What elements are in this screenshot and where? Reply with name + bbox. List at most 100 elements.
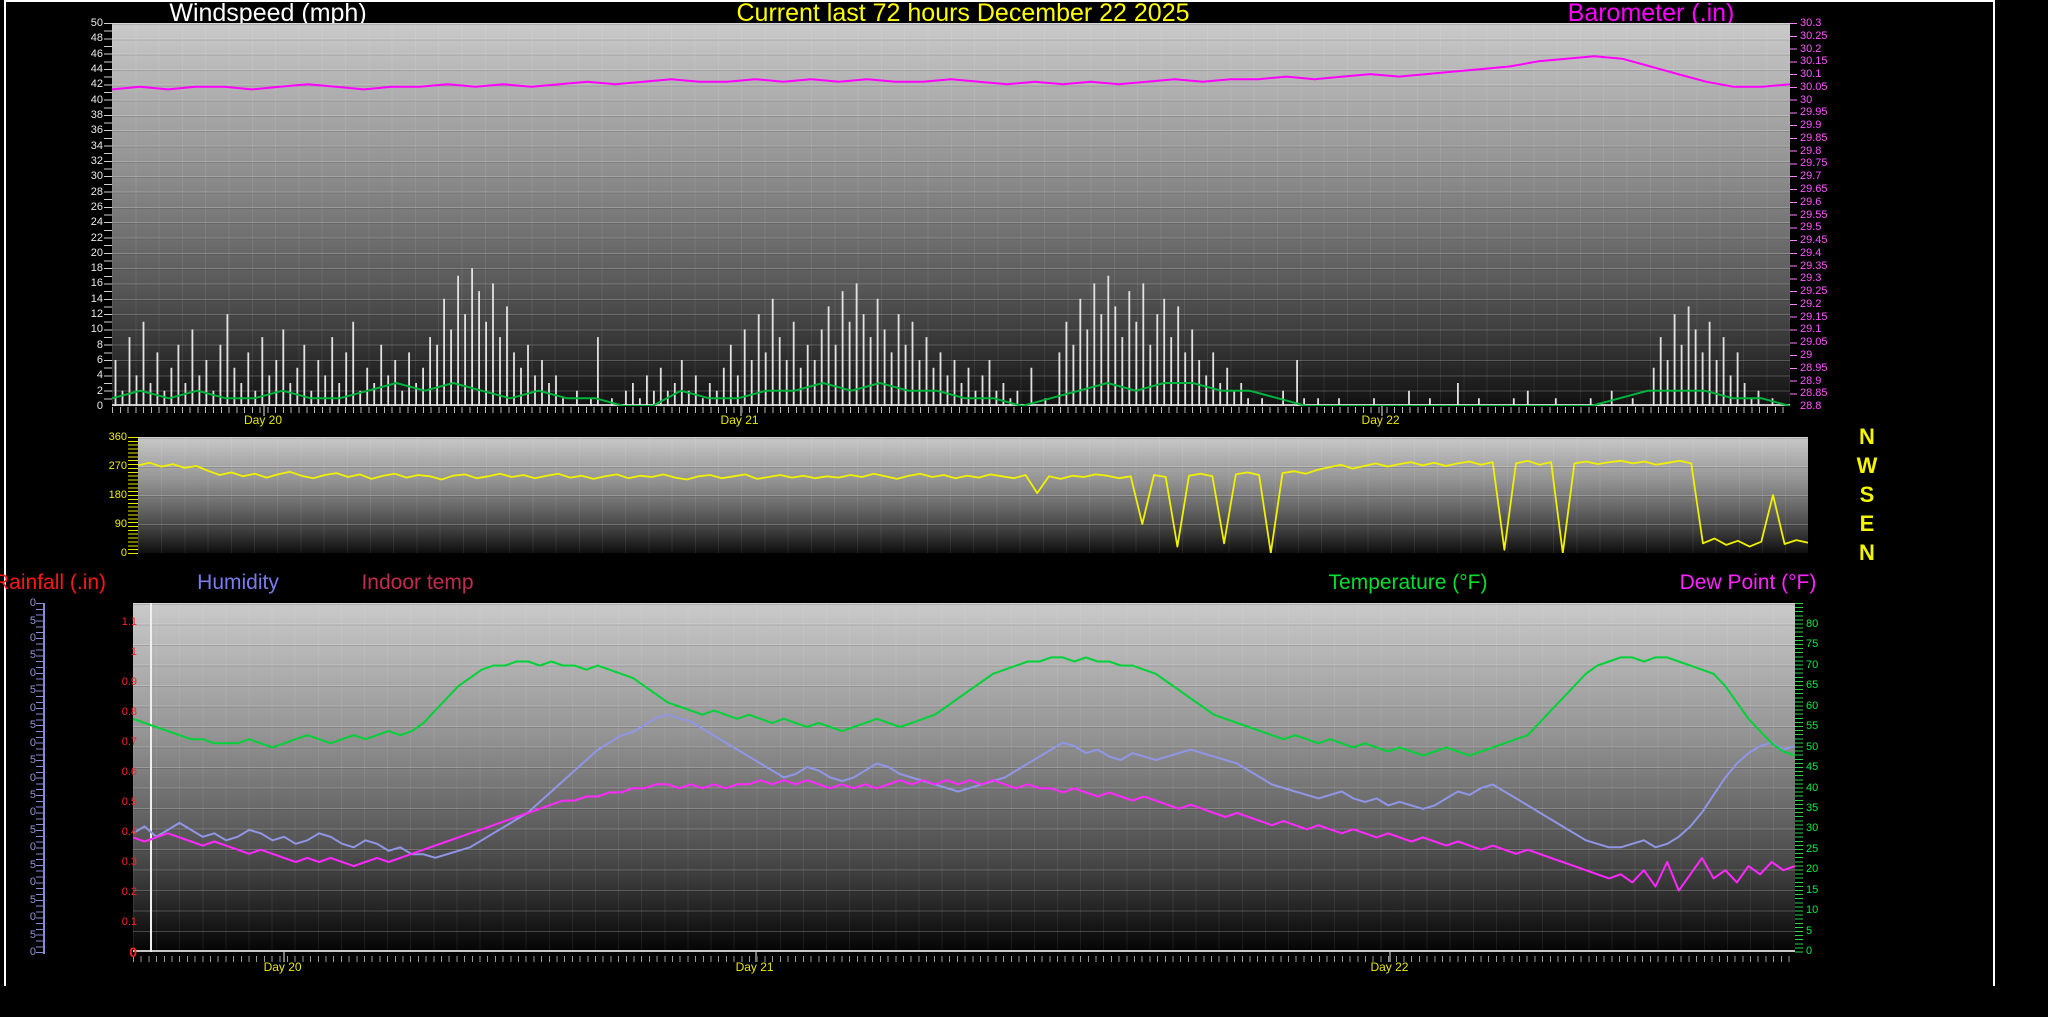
barometer-tick-label: 28.85 [1800, 388, 1828, 399]
temperature-line [133, 657, 1795, 755]
rainfall-tick-label: 1.1 [77, 617, 137, 628]
wind-direction-tick-label: 90 [67, 519, 127, 530]
barometer-tick-label: 29.85 [1800, 133, 1828, 144]
temperature-axis-ticks [1795, 603, 1803, 954]
windspeed-tick-label: 20 [43, 248, 103, 259]
barometer-tick-label: 29.05 [1800, 337, 1828, 348]
barometer-tick-label: 29.15 [1800, 312, 1828, 323]
barometer-tick-label: 28.9 [1800, 376, 1821, 387]
humidity-axis-ticks [36, 603, 43, 954]
windspeed-tick-label: 50 [43, 18, 103, 29]
wind-direction-tick-label: 270 [67, 461, 127, 472]
day-label: Day 22 [1370, 961, 1408, 974]
compass-letter: N [1852, 542, 1882, 564]
windspeed-tick-label: 0 [43, 401, 103, 412]
temperature-tick-label: 65 [1806, 680, 1818, 691]
windspeed-tick-label: 48 [43, 33, 103, 44]
temperature-tick-label: 55 [1806, 721, 1818, 732]
wind-direction-plot [138, 437, 1808, 553]
temperature-tick-label: 70 [1806, 660, 1818, 671]
barometer-tick-label: 30.3 [1800, 18, 1821, 29]
humidity-tick-label: 5 [0, 755, 36, 766]
barometer-tick-label: 29.7 [1800, 171, 1821, 182]
day-tick [283, 952, 285, 962]
rainfall-tick-label: 0.9 [77, 677, 137, 688]
rainfall-tick-label: 0.1 [77, 917, 137, 928]
barometer-tick-label: 30.1 [1800, 69, 1821, 80]
temperature-legend-label: Temperature (°F) [1308, 570, 1508, 596]
rainfall-tick-label: 0.3 [77, 857, 137, 868]
compass-letter: E [1852, 513, 1882, 535]
humidity-tick-label: 5 [0, 720, 36, 731]
day-tick [755, 952, 757, 962]
barometer-tick-label: 30.2 [1800, 44, 1821, 55]
humidity-tick-label: 0 [0, 807, 36, 818]
humidity-tick-label: 0 [0, 738, 36, 749]
windspeed-tick-label: 14 [43, 294, 103, 305]
windspeed-tick-label: 24 [43, 217, 103, 228]
temperature-tick-label: 60 [1806, 701, 1818, 712]
humidity-tick-label: 5 [0, 616, 36, 627]
barometer-tick-label: 29.4 [1800, 248, 1821, 259]
windspeed-tick-label: 8 [43, 340, 103, 351]
humidity-tick-label: 0 [0, 668, 36, 679]
windspeed-axis-ticks [104, 23, 112, 406]
humidity-tick-label: 5 [0, 860, 36, 871]
temperature-tick-label: 10 [1806, 905, 1818, 916]
windspeed-tick-label: 44 [43, 64, 103, 75]
rainfall-tick-label: 0.4 [77, 827, 137, 838]
barometer-tick-label: 29.8 [1800, 146, 1821, 157]
barometer-tick-label: 29.45 [1800, 235, 1828, 246]
barometer-tick-label: 29.9 [1800, 120, 1821, 131]
humidity-tick-label: 5 [0, 825, 36, 836]
wind-direction-tick-label: 180 [67, 490, 127, 501]
rainfall-tick-label: 0.7 [77, 737, 137, 748]
rainfall-tick-label: 1 [77, 647, 137, 658]
humidity-tick-label: 0 [0, 912, 36, 923]
temperature-tick-label: 25 [1806, 844, 1818, 855]
frame-right-border [1993, 0, 1995, 986]
wind-average-line [112, 383, 1790, 406]
windspeed-tick-label: 6 [43, 355, 103, 366]
temperature-tick-label: 40 [1806, 783, 1818, 794]
barometer-tick-label: 29.1 [1800, 324, 1821, 335]
dew-point-line [133, 780, 1795, 890]
barometer-axis-ticks [1790, 23, 1797, 406]
humidity-tick-label: 5 [0, 650, 36, 661]
humidity-tick-label: 5 [0, 685, 36, 696]
temperature-tick-label: 80 [1806, 619, 1818, 630]
barometer-tick-label: 29.5 [1800, 222, 1821, 233]
day-label: Day 21 [736, 961, 774, 974]
windspeed-tick-label: 30 [43, 171, 103, 182]
windspeed-tick-label: 46 [43, 49, 103, 60]
rainfall-tick-label: 0.5 [77, 797, 137, 808]
humidity-tick-label: 0 [0, 598, 36, 609]
barometer-tick-label: 29.75 [1800, 158, 1828, 169]
temperature-tick-label: 0 [1806, 946, 1812, 957]
humidity-axis-line [43, 603, 45, 954]
indoor-temp-legend-label: Indoor temp [330, 570, 505, 596]
barometer-tick-label: 29.35 [1800, 261, 1828, 272]
barometer-tick-label: 29.25 [1800, 286, 1828, 297]
barometer-tick-label: 28.8 [1800, 401, 1821, 412]
rainfall-tick-label: 0.2 [77, 887, 137, 898]
windspeed-tick-label: 36 [43, 125, 103, 136]
day-tick [263, 406, 265, 416]
windspeed-barometer-plot [112, 23, 1790, 406]
humidity-tick-label: 0 [0, 842, 36, 853]
barometer-tick-label: 29.6 [1800, 197, 1821, 208]
barometer-tick-label: 30.25 [1800, 31, 1828, 42]
wind-direction-tick-label: 0 [67, 548, 127, 559]
temperature-tick-label: 50 [1806, 742, 1818, 753]
humidity-line [133, 715, 1795, 858]
dew-point-legend-label: Dew Point (°F) [1648, 570, 1848, 596]
compass-letter: N [1852, 426, 1882, 448]
wind-direction-line [138, 461, 1808, 553]
barometer-tick-label: 29 [1800, 350, 1812, 361]
chart1-hour-ticks [112, 407, 1790, 413]
rainfall-tick-label: 0.6 [77, 767, 137, 778]
windspeed-tick-label: 26 [43, 202, 103, 213]
day-tick [1381, 406, 1383, 416]
windspeed-tick-label: 16 [43, 278, 103, 289]
rainfall-legend-label: Rainfall (.in) [0, 570, 144, 596]
